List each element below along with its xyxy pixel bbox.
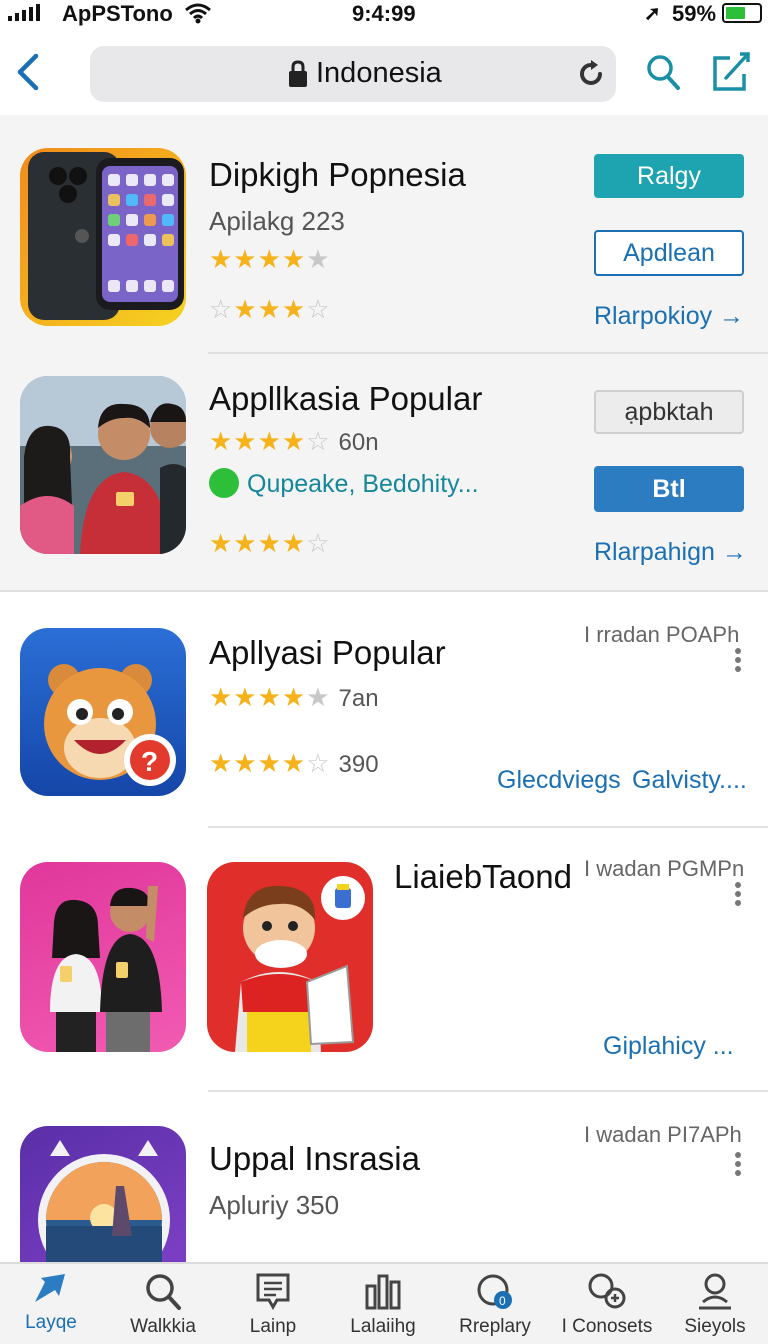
tab-label: Sieyols (684, 1316, 746, 1337)
apps-icon (588, 1273, 626, 1309)
battery-fill (726, 7, 745, 19)
tab-lalaiihg[interactable]: Lalaiihg (328, 1272, 438, 1342)
list-item[interactable]: LiaiebTaond I wadan PGMPn Giplahicy ... (0, 856, 768, 1062)
app-icon-people[interactable] (20, 376, 186, 554)
app-title[interactable]: LiaiebTaond (394, 858, 572, 896)
rating-count: 60n (338, 429, 379, 456)
list-item[interactable]: Appllkasia Popular ★★★★☆ 60n Qupeake, Bed… (0, 376, 768, 576)
list-item[interactable]: Dipkigh Popnesia Apilakg 223 ★★★★★ ☆★★★☆… (0, 148, 768, 348)
more-icon[interactable] (735, 1152, 743, 1176)
back-icon[interactable] (12, 48, 46, 96)
app-icon-sunset[interactable] (20, 1126, 186, 1262)
updates-icon: 0 (477, 1274, 512, 1309)
tab-label: Layqe (25, 1312, 77, 1333)
svg-text:0: 0 (499, 1294, 506, 1308)
app-meta: I wadan PGMPn (584, 856, 745, 881)
more-icon[interactable] (735, 648, 743, 672)
app-title[interactable]: Dipkigh Popnesia (209, 156, 466, 194)
app-title[interactable]: Appllkasia Popular (209, 380, 482, 418)
rating-count: 7an (338, 685, 379, 712)
tab-lainp[interactable]: Lainp (218, 1272, 328, 1342)
app-subtitle: Apluriy 350 (209, 1190, 340, 1220)
battery-icon (722, 3, 762, 23)
app-meta: I wadan PI7APh (584, 1122, 742, 1147)
svg-text:?: ? (141, 746, 158, 777)
star-rating: ★★★★★ (209, 244, 331, 274)
location-icon: ➚ (644, 3, 661, 25)
carrier-name: ApPSTono (62, 1, 173, 26)
tab-sieyols[interactable]: Sieyols (660, 1272, 768, 1342)
developer-text[interactable]: Qupeake, Bedohity... (247, 470, 479, 499)
primary-action-button[interactable]: Ralgy (594, 154, 744, 198)
tab-label: Rreplary (459, 1316, 531, 1337)
more-link[interactable]: Rlarpahign → (594, 538, 747, 567)
row-divider (208, 352, 768, 354)
app-title[interactable]: Apllyasi Popular (209, 634, 446, 672)
compose-icon[interactable] (710, 50, 752, 94)
chart-icon (365, 1274, 401, 1310)
list-item[interactable]: Uppal Insrasia Apluriy 350 I wadan PI7AP… (0, 1122, 768, 1262)
tab-label: Lainp (249, 1316, 297, 1337)
row-divider (208, 826, 768, 828)
more-icon[interactable] (735, 882, 743, 906)
app-icon-duo[interactable] (20, 862, 186, 1052)
star-rating: ☆★★★☆ (209, 294, 331, 324)
whatsapp-icon (209, 468, 239, 498)
category-link[interactable]: Glecdviegs (497, 766, 621, 795)
app-icon-mascot[interactable]: ? (20, 628, 186, 796)
star-rating: ★★★★☆ (209, 528, 331, 558)
app-meta: I rradan POAPh (584, 622, 740, 647)
app-icon-phone[interactable] (20, 148, 186, 326)
address-bar[interactable]: Indonesia (90, 46, 616, 102)
tab-conosets[interactable]: I Conosets (552, 1272, 662, 1342)
star-rating: ★★★★☆ 390 (209, 748, 379, 778)
secondary-action-button[interactable]: Apdlean (594, 230, 744, 276)
profile-icon (699, 1273, 731, 1310)
app-icon-character[interactable] (207, 862, 373, 1052)
arrow-icon (35, 1274, 65, 1302)
rating-count: 390 (338, 751, 379, 778)
signal-icon (8, 4, 40, 21)
address-text: Indonesia (316, 57, 442, 89)
reload-icon[interactable] (576, 59, 606, 89)
search-icon[interactable] (644, 52, 682, 92)
wifi-icon (185, 3, 211, 24)
list-item[interactable]: ? Apllyasi Popular I rradan POAPh ★★★★★ 7… (0, 622, 768, 808)
row-divider (0, 590, 768, 592)
tab-rreplary[interactable]: 0 Rreplary (440, 1272, 550, 1342)
primary-action-button[interactable]: Btl (594, 466, 744, 512)
secondary-action-button[interactable]: ạpbktah (594, 390, 744, 434)
category-link[interactable]: Galvisty.... (632, 766, 747, 795)
app-title[interactable]: Uppal Insrasia (209, 1140, 420, 1178)
tab-walkkia[interactable]: Walkkia (108, 1272, 218, 1342)
battery-percent: 59% (672, 1, 717, 26)
star-rating: ★★★★☆ 60n (209, 426, 379, 456)
search-icon (146, 1274, 181, 1310)
more-link[interactable]: Giplahicy ... (603, 1032, 734, 1061)
tab-label: Lalaiihg (350, 1316, 416, 1337)
clock: 9:4:99 (352, 1, 416, 26)
star-rating: ★★★★★ 7an (209, 682, 379, 712)
lock-icon (289, 60, 307, 87)
app-subtitle: Apilakg 223 (209, 206, 345, 236)
tab-layqe[interactable]: Layqe (0, 1272, 106, 1342)
more-link[interactable]: Rlarpokioy → (594, 302, 744, 331)
tab-label: Walkkia (130, 1316, 196, 1337)
document-icon (256, 1273, 290, 1310)
status-bar: ApPSTono 9:4:99 ➚ 59% (0, 0, 768, 28)
row-divider (208, 1090, 768, 1092)
nav-bar: Indonesia (0, 40, 768, 108)
tab-bar: Layqe Walkkia Lainp Lalaiihg 0 Rreplary (0, 1262, 768, 1344)
tab-label: I Conosets (561, 1316, 653, 1337)
